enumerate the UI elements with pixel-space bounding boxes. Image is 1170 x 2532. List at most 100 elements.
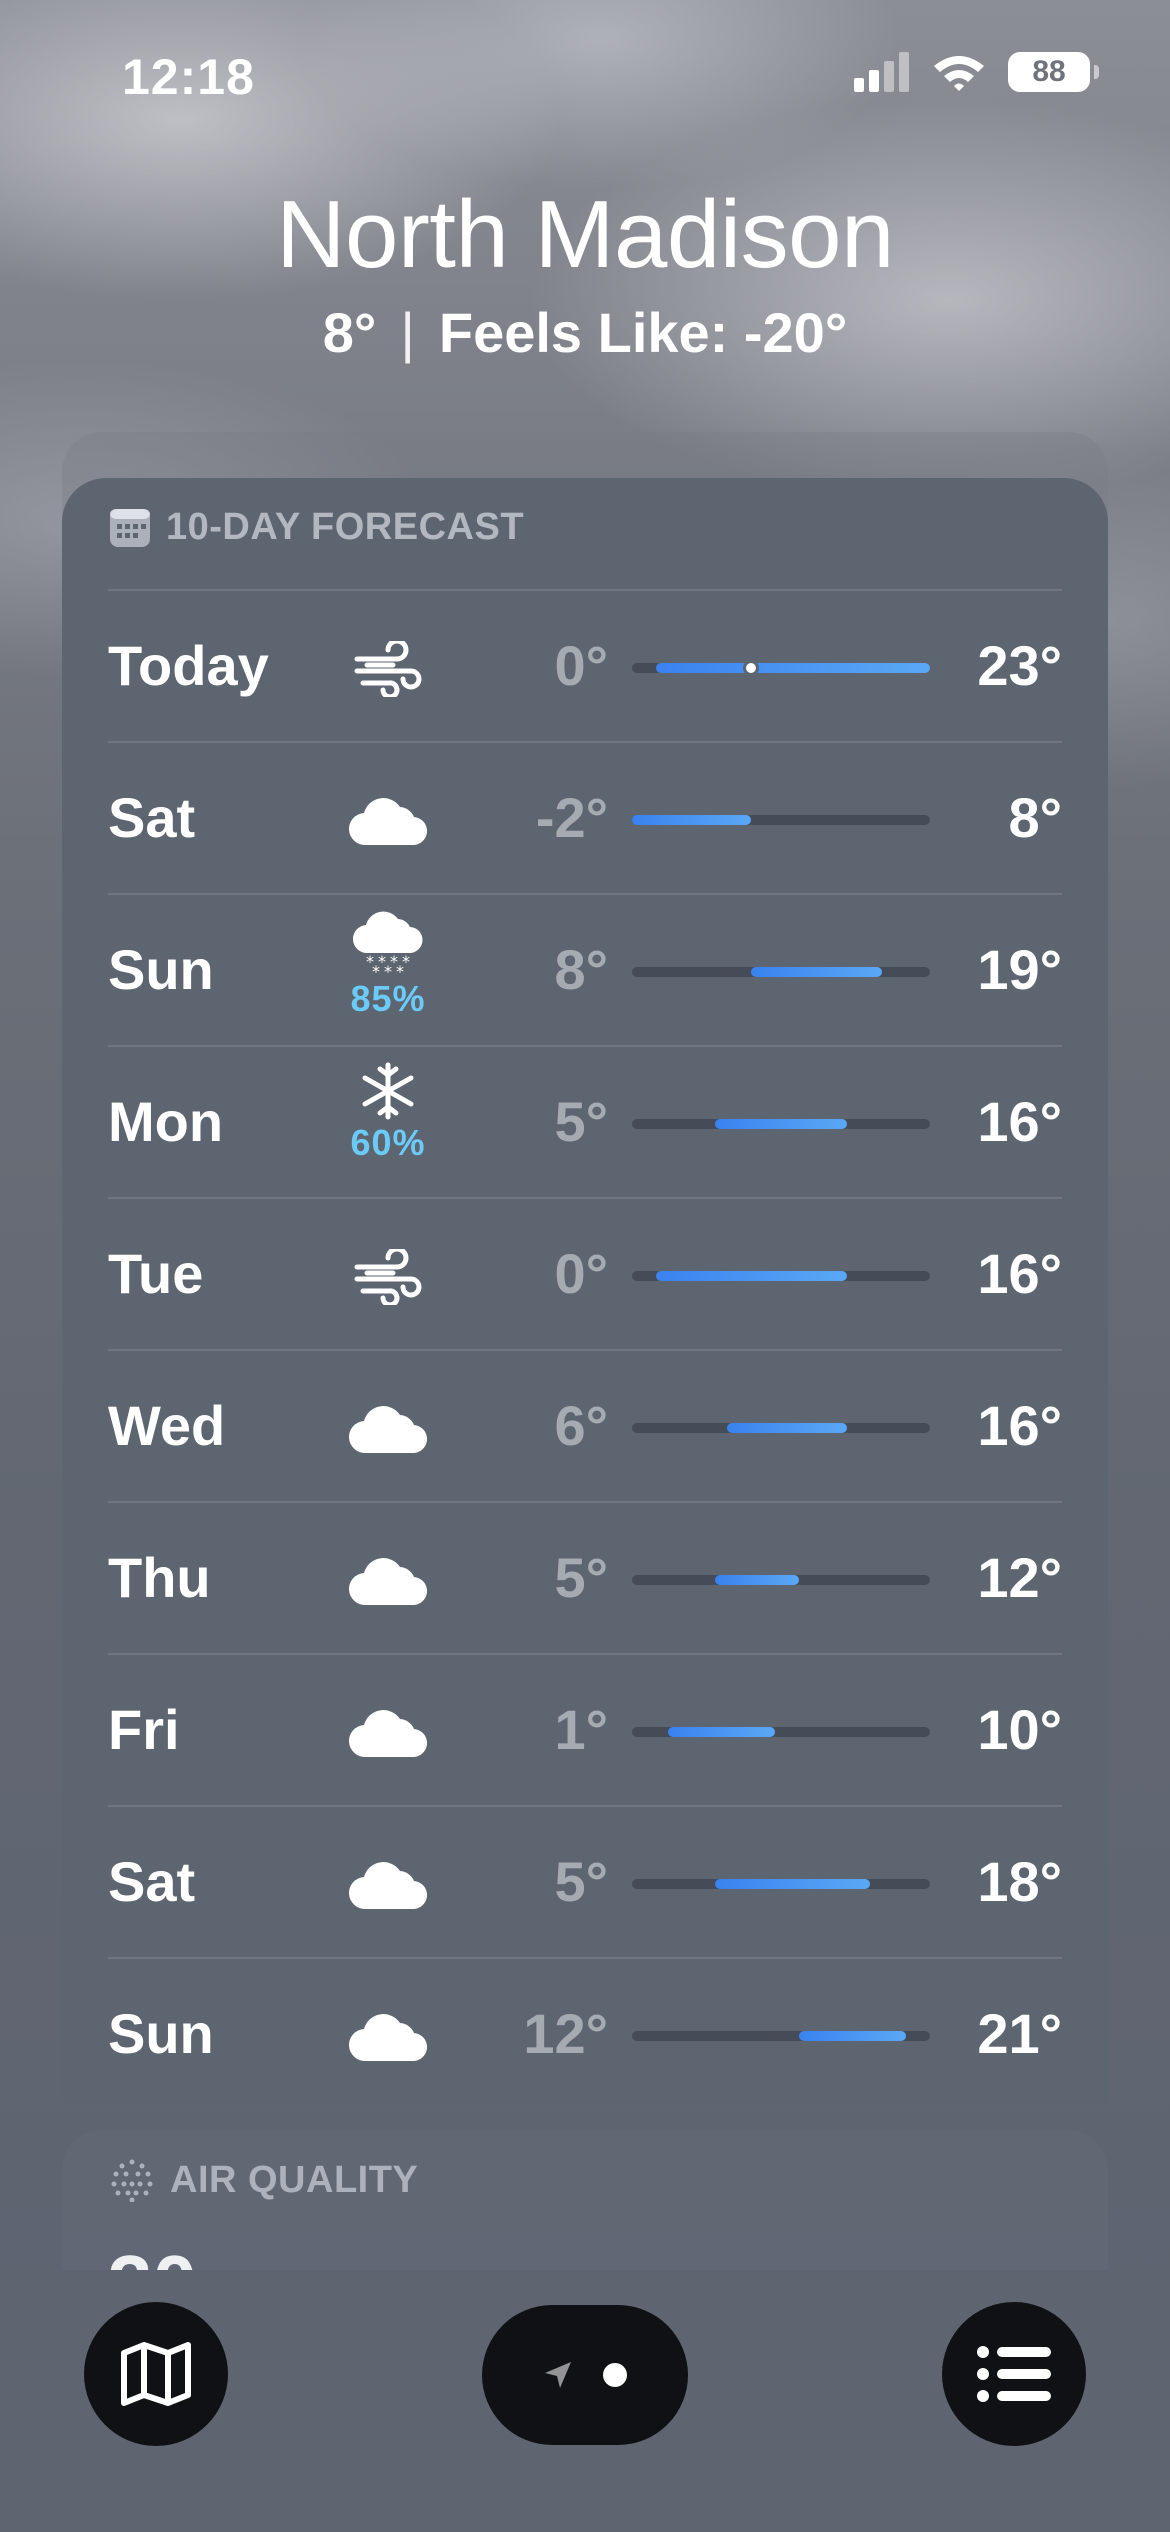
status-time: 12:18 [122,49,255,105]
temperature-range-bar [632,660,930,676]
forecast-row: Thu 5° 12° [108,1501,1062,1653]
temperature-range-bar [632,815,930,825]
air-quality-title: AIR QUALITY [170,2158,419,2201]
forecast-row: Sun 12° 21° [108,1957,1062,2103]
forecast-day: Today [108,634,269,697]
forecast-day: Sat [108,1850,196,1913]
battery-indicator: 88 [1008,52,1099,92]
temperature-range-fill [655,1271,847,1281]
condition [338,1837,438,1937]
condition: 60% [338,1061,438,1191]
forecast-row: Tue 0° 16° [108,1197,1062,1349]
map-button[interactable] [84,2302,228,2446]
svg-text:*: * [372,962,380,977]
wind-icon [353,638,423,702]
high-temperature: 21° [977,2002,1062,2065]
forecast-row: Today 0° 23° [108,589,1062,741]
calendar-icon [110,508,150,547]
temperature-range-fill [632,815,752,825]
air-quality-value: 30 [108,2238,197,2270]
map-icon [121,2342,191,2406]
condition [338,621,438,721]
high-temperature: 23° [977,634,1062,697]
low-temperature: 0° [554,634,608,697]
current-conditions: 8° | Feels Like: -20° [0,298,1170,368]
temperature-range-fill [751,967,883,977]
forecast-day: Sun [108,2002,214,2065]
cloud-icon [348,1403,428,1460]
temperature-range-fill [715,1575,799,1585]
high-temperature: 10° [977,1698,1062,1761]
cloud-icon [348,2011,428,2068]
air-quality-card[interactable]: AIR QUALITY 30 [62,2130,1108,2270]
forecast-day: Sat [108,786,196,849]
temperature-range-bar [632,1271,930,1281]
high-temperature: 16° [977,1242,1062,1305]
temperature-range-bar [632,1575,930,1585]
low-temperature: 8° [554,938,608,1001]
condition: * * * * * * * 85% [338,909,438,1039]
high-temperature: 19° [977,938,1062,1001]
condition [338,1381,438,1481]
city-name: North Madison [276,181,894,288]
low-temperature: 12° [523,2002,608,2065]
low-temperature: 1° [554,1698,608,1761]
low-temperature: 5° [554,1546,608,1609]
location-arrow-icon [545,2362,571,2388]
temperature-range-bar [632,1423,930,1433]
temperature-range-bar [632,2031,930,2041]
forecast-row: Sat 5° 18° [108,1805,1062,1957]
svg-text:*: * [396,962,404,977]
forecast-day: Tue [108,1242,204,1305]
cloud-icon [348,1859,428,1916]
high-temperature: 8° [1008,786,1062,849]
page-dot [603,2363,627,2387]
forecast-row: Sat -2° 8° [108,741,1062,893]
precipitation-chance: 60% [350,1122,426,1163]
forecast-day: Wed [108,1394,226,1457]
svg-text:*: * [384,962,392,977]
temperature-range-bar [632,1879,930,1889]
wind-icon [353,1246,423,1310]
air-quality-icon [111,2159,153,2202]
cloud-icon [348,1707,428,1764]
high-temperature: 18° [977,1850,1062,1913]
temperature-range-fill [655,663,930,673]
high-temperature: 16° [977,1394,1062,1457]
condition [338,1533,438,1633]
temperature-range-fill [667,1727,776,1737]
bottom-toolbar [0,2272,1170,2532]
cloud-icon [348,795,428,852]
forecast-day: Thu [108,1546,211,1609]
high-temperature: 12° [977,1546,1062,1609]
status-bar: 12:18 88 [0,0,1170,150]
condition [338,1685,438,1785]
temperature-range-fill [715,1879,871,1889]
low-temperature: -2° [535,786,608,849]
snowflake-icon [358,1061,418,1126]
forecast-rows: Today 0° 23° Sat -2° 8° Sun * * * * * * * 85% 8° 19° Mon 6… [108,589,1062,2103]
low-temperature: 5° [554,1090,608,1153]
temperature-range-fill [798,2031,907,2041]
current-temperature: 8° [322,301,377,364]
forecast-day: Fri [108,1698,180,1761]
cellular-signal-icon [854,52,909,92]
forecast-title: 10-DAY FORECAST [166,506,525,548]
forecast-row: Fri 1° 10° [108,1653,1062,1805]
forecast-day: Mon [108,1090,224,1153]
status-icons: 88 [854,52,1099,92]
current-temperature-marker [743,660,760,676]
separator: | [400,301,415,364]
cloud-snow-icon: * * * * * * * [352,909,424,982]
forecast-card-header: 10-DAY FORECAST [110,506,524,549]
low-temperature: 5° [554,1850,608,1913]
ten-day-forecast-card[interactable]: 10-DAY FORECAST Today 0° 23° Sat -2° 8° Sun * * *… [62,478,1108,2103]
forecast-row: Sun * * * * * * * 85% 8° 19° [108,893,1062,1045]
battery-level: 88 [1032,55,1066,88]
location-page-indicator[interactable] [482,2305,688,2445]
locations-list-button[interactable] [942,2302,1086,2446]
temperature-range-bar [632,1727,930,1737]
precipitation-chance: 85% [350,978,426,1019]
condition [338,773,438,873]
high-temperature: 16° [977,1090,1062,1153]
